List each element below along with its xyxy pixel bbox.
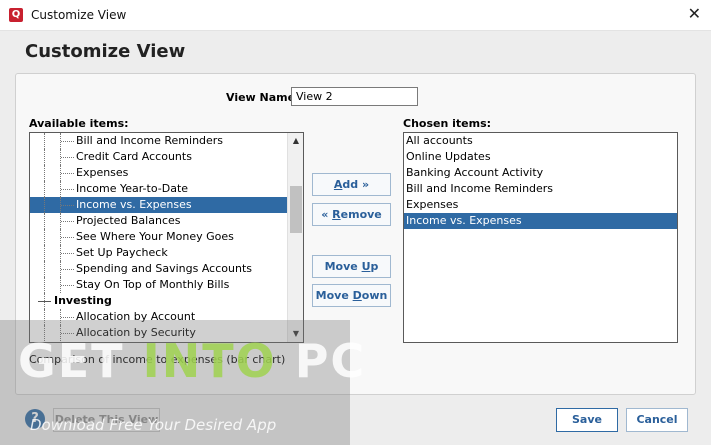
available-item-label: Expenses — [76, 166, 129, 179]
available-item-label: Investing — [54, 294, 112, 307]
available-items-list[interactable]: Bill and Income Reminders Credit Card Acc… — [29, 132, 304, 343]
available-item-label: Stay On Top of Monthly Bills — [76, 278, 230, 291]
chosen-items-label: Chosen items: — [403, 117, 492, 130]
page-title: Customize View — [25, 41, 186, 62]
watermark-logo: GET INTO PC — [18, 334, 367, 388]
window-title: Customize View — [31, 8, 127, 22]
chosen-item-label: Banking Account Activity — [406, 166, 544, 179]
available-item[interactable]: Expenses — [30, 165, 287, 181]
chosen-item[interactable]: Banking Account Activity — [404, 165, 677, 181]
chosen-item[interactable]: All accounts — [404, 133, 677, 149]
available-item-label: Bill and Income Reminders — [76, 134, 224, 147]
scroll-up-icon[interactable]: ▲ — [288, 133, 303, 149]
available-item-label: Income vs. Expenses — [76, 198, 192, 211]
chosen-item-label: Income vs. Expenses — [406, 214, 522, 227]
available-item[interactable]: Credit Card Accounts — [30, 149, 287, 165]
chosen-item[interactable]: Bill and Income Reminders — [404, 181, 677, 197]
available-item[interactable]: See Where Your Money Goes — [30, 229, 287, 245]
available-item[interactable]: Investing — [30, 293, 287, 309]
available-item[interactable]: Spending and Savings Accounts — [30, 261, 287, 277]
close-icon[interactable]: ✕ — [688, 6, 701, 22]
move-down-button[interactable]: Move Down — [312, 284, 391, 307]
chosen-item[interactable]: Online Updates — [404, 149, 677, 165]
available-item[interactable]: Income vs. Expenses — [30, 197, 287, 213]
chosen-item-label: Expenses — [406, 198, 459, 211]
chosen-item[interactable]: Income vs. Expenses — [404, 213, 677, 229]
view-name-input[interactable] — [291, 87, 418, 106]
title-bar: Q Customize View ✕ — [0, 0, 711, 31]
available-item-label: Projected Balances — [76, 214, 181, 227]
available-item-label: Credit Card Accounts — [76, 150, 192, 163]
move-up-button[interactable]: Move Up — [312, 255, 391, 278]
available-item-label: Spending and Savings Accounts — [76, 262, 252, 275]
chosen-item[interactable]: Expenses — [404, 197, 677, 213]
watermark-tagline: Download Free Your Desired App — [30, 416, 277, 434]
scroll-thumb[interactable] — [290, 186, 302, 233]
chosen-item-label: Bill and Income Reminders — [406, 182, 554, 195]
available-item-label: See Where Your Money Goes — [76, 230, 234, 243]
available-item-label: Income Year-to-Date — [76, 182, 189, 195]
available-item[interactable]: Projected Balances — [30, 213, 287, 229]
available-item[interactable]: Income Year-to-Date — [30, 181, 287, 197]
available-item[interactable]: Set Up Paycheck — [30, 245, 287, 261]
add-button[interactable]: Add » — [312, 173, 391, 196]
available-item[interactable]: Stay On Top of Monthly Bills — [30, 277, 287, 293]
available-item[interactable]: Bill and Income Reminders — [30, 133, 287, 149]
chosen-item-label: Online Updates — [406, 150, 491, 163]
cancel-button[interactable]: Cancel — [626, 408, 688, 432]
available-items-tree: Bill and Income Reminders Credit Card Acc… — [30, 133, 287, 341]
save-button[interactable]: Save — [556, 408, 618, 432]
view-name-label: View Name: — [226, 91, 300, 104]
available-items-label: Available items: — [29, 117, 129, 130]
chosen-item-label: All accounts — [406, 134, 473, 147]
available-item-label: Set Up Paycheck — [76, 246, 168, 259]
available-scrollbar[interactable]: ▲ ▼ — [287, 133, 303, 342]
remove-button[interactable]: « Remove — [312, 203, 391, 226]
quicken-logo-icon: Q — [9, 8, 23, 22]
chosen-items-list[interactable]: All accounts Online Updates Banking Accoun… — [403, 132, 678, 343]
